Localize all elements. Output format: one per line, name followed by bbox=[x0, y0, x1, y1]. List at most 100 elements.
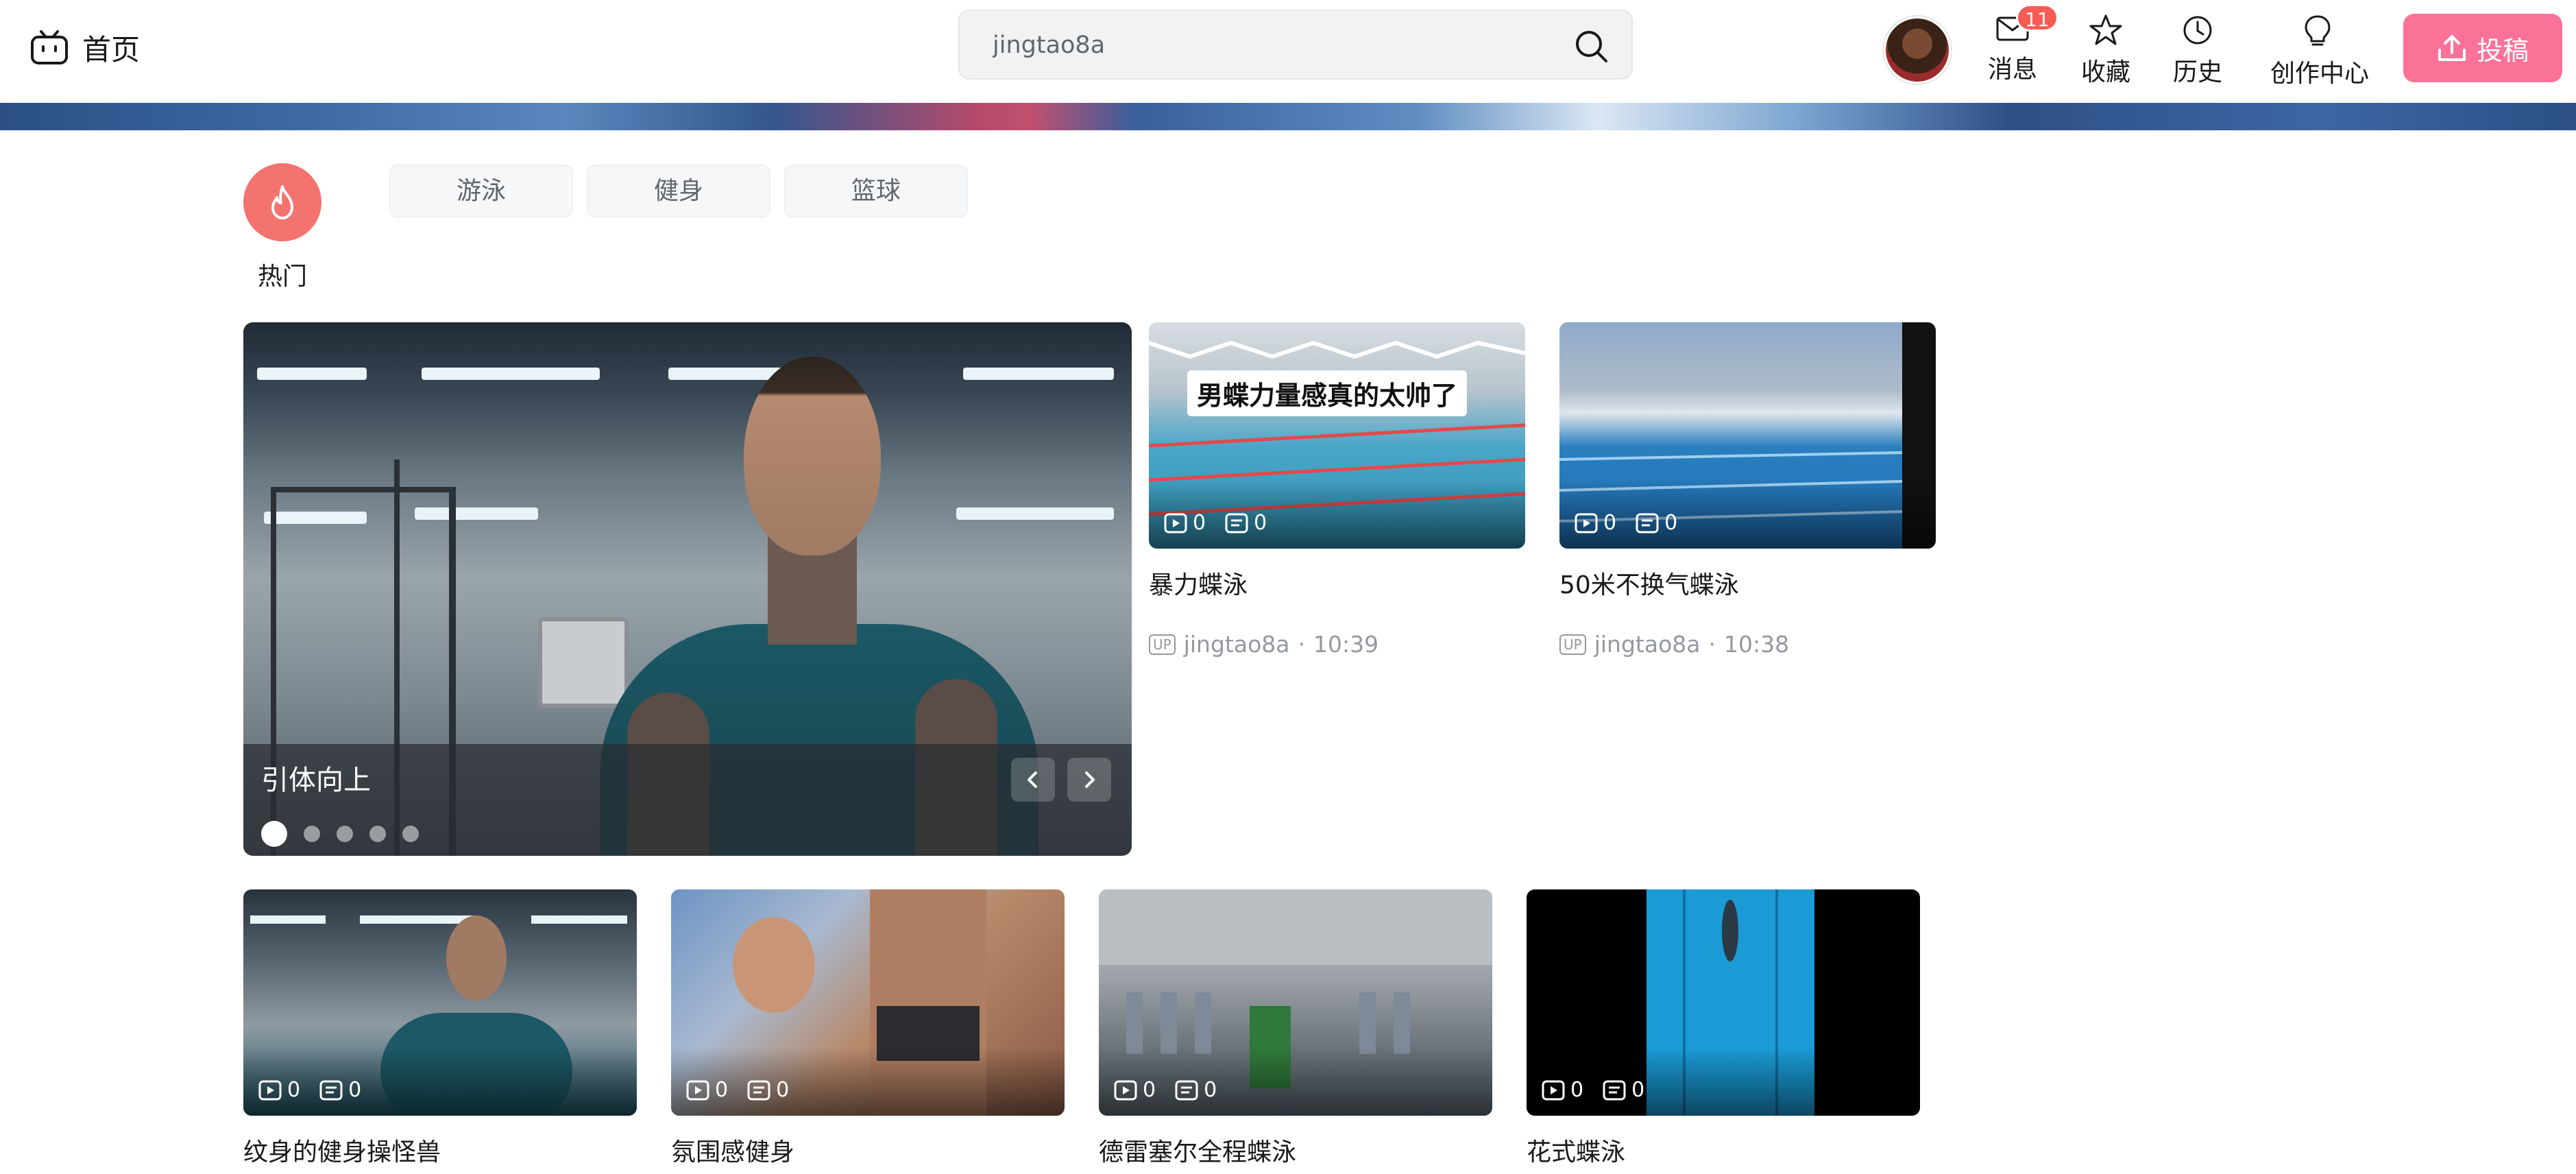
video-title[interactable]: 50米不换气蝶泳 bbox=[1559, 565, 1936, 601]
video-title[interactable]: 花式蝶泳 bbox=[1527, 1132, 1920, 1168]
featured-carousel[interactable]: 引体向上 bbox=[243, 322, 1132, 856]
danmaku-icon bbox=[1175, 1080, 1198, 1100]
ceiling-light bbox=[422, 368, 600, 380]
video-stats: 0 0 bbox=[686, 1078, 789, 1102]
carousel-dots bbox=[261, 821, 419, 847]
tab-fitness[interactable]: 健身 bbox=[587, 165, 770, 218]
lightbulb-icon bbox=[2305, 15, 2331, 46]
comment-count-value: 0 bbox=[776, 1078, 790, 1102]
nav-history[interactable]: 历史 bbox=[2153, 14, 2242, 86]
play-icon bbox=[1164, 513, 1187, 533]
carousel-dot[interactable] bbox=[402, 826, 419, 842]
top-header: 首页 11 消息 收藏 历史 创作中心 bbox=[0, 0, 2576, 103]
meta-separator: · bbox=[1708, 631, 1716, 658]
ceiling-light bbox=[963, 368, 1114, 380]
wall-fan bbox=[538, 617, 629, 708]
carousel-dot[interactable] bbox=[337, 826, 353, 842]
tab-swimming[interactable]: 游泳 bbox=[389, 165, 573, 218]
video-thumbnail[interactable]: 男蝶力量感真的太帅了 0 0 bbox=[1149, 322, 1525, 549]
video-thumbnail[interactable]: 0 0 bbox=[1099, 889, 1492, 1116]
play-icon bbox=[1575, 513, 1598, 533]
star-icon bbox=[2089, 14, 2122, 45]
tv-logo-icon bbox=[31, 30, 68, 64]
hot-channel-button[interactable] bbox=[243, 163, 321, 241]
video-thumbnail[interactable]: 0 0 bbox=[243, 889, 637, 1116]
carousel-dot[interactable] bbox=[369, 826, 386, 842]
video-stats: 0 0 bbox=[258, 1078, 361, 1102]
message-count-badge: 11 bbox=[2016, 4, 2058, 32]
video-stats: 0 0 bbox=[1575, 511, 1677, 535]
danmaku-icon bbox=[1225, 513, 1248, 533]
nav-messages-label: 消息 bbox=[1987, 56, 2037, 84]
nav-favorites[interactable]: 收藏 bbox=[2061, 14, 2150, 86]
carousel-dot[interactable] bbox=[304, 826, 320, 842]
search-input[interactable] bbox=[993, 26, 1541, 64]
play-count-value: 0 bbox=[715, 1078, 729, 1102]
comment-count-value: 0 bbox=[1204, 1078, 1217, 1102]
nav-favorites-label: 收藏 bbox=[2080, 58, 2130, 86]
play-count: 0 bbox=[1575, 511, 1616, 535]
video-stats: 0 0 bbox=[1114, 1078, 1217, 1102]
video-thumbnail[interactable]: 0 0 bbox=[671, 889, 1065, 1116]
nav-creator-center[interactable]: 创作中心 bbox=[2270, 14, 2369, 88]
carousel-next-button[interactable] bbox=[1067, 758, 1111, 802]
video-title[interactable]: 纹身的健身操怪兽 bbox=[243, 1132, 637, 1168]
search-icon[interactable] bbox=[1572, 27, 1609, 64]
ceiling-light bbox=[956, 507, 1114, 520]
uploader-name[interactable]: jingtao8a bbox=[1184, 631, 1290, 658]
video-card[interactable]: 男蝶力量感真的太帅了 0 0 暴力蝶泳 UP jingtao8a · 10:39 bbox=[1149, 322, 1525, 658]
upload-button[interactable]: 投稿 bbox=[2403, 14, 2562, 82]
carousel-title[interactable]: 引体向上 bbox=[261, 758, 371, 798]
up-tag-icon: UP bbox=[1149, 634, 1176, 655]
flame-icon bbox=[271, 185, 293, 219]
search-box bbox=[958, 10, 1633, 80]
video-card[interactable]: 0 0 氛围感健身 bbox=[671, 889, 1065, 1168]
comment-count: 0 bbox=[319, 1078, 361, 1102]
play-icon bbox=[1542, 1080, 1565, 1100]
upload-icon bbox=[2438, 35, 2466, 61]
video-thumbnail[interactable]: 0 0 bbox=[1559, 322, 1936, 549]
video-card[interactable]: 0 0 花式蝶泳 bbox=[1527, 889, 1920, 1168]
video-title[interactable]: 暴力蝶泳 bbox=[1149, 565, 1525, 601]
video-thumbnail[interactable]: 0 0 bbox=[1527, 889, 1920, 1116]
nav-messages[interactable]: 11 消息 bbox=[1968, 4, 2058, 84]
ceiling-light bbox=[257, 368, 367, 380]
chevron-right-icon bbox=[1085, 771, 1095, 788]
nav-creator-center-label: 创作中心 bbox=[2270, 60, 2370, 88]
nav-history-label: 历史 bbox=[2172, 58, 2222, 86]
video-title[interactable]: 氛围感健身 bbox=[671, 1132, 1065, 1168]
uploader-name[interactable]: jingtao8a bbox=[1594, 631, 1701, 658]
video-card[interactable]: 0 0 纹身的健身操怪兽 bbox=[243, 889, 637, 1168]
header-banner bbox=[0, 103, 2576, 130]
upload-time: 10:39 bbox=[1313, 631, 1379, 658]
clock-icon bbox=[2183, 16, 2212, 45]
comment-count-value: 0 bbox=[1631, 1078, 1645, 1102]
carousel-prev-button[interactable] bbox=[1011, 758, 1055, 802]
comment-count-value: 0 bbox=[348, 1078, 362, 1102]
play-count-value: 0 bbox=[1193, 511, 1206, 535]
video-stats: 0 0 bbox=[1164, 511, 1267, 535]
video-card[interactable]: 0 0 50米不换气蝶泳 UP jingtao8a · 10:38 bbox=[1559, 322, 1936, 658]
ceiling-light bbox=[415, 507, 538, 520]
home-link[interactable]: 首页 bbox=[30, 23, 140, 71]
upload-time: 10:38 bbox=[1723, 631, 1790, 658]
video-stats: 0 0 bbox=[1542, 1078, 1644, 1102]
video-card[interactable]: 0 0 德雷塞尔全程蝶泳 bbox=[1099, 889, 1492, 1168]
gym-bar bbox=[271, 487, 456, 492]
comment-count: 0 bbox=[1603, 1078, 1644, 1102]
danmaku-icon bbox=[319, 1080, 343, 1100]
play-icon bbox=[258, 1080, 282, 1100]
video-title[interactable]: 德雷塞尔全程蝶泳 bbox=[1099, 1132, 1492, 1168]
meta-separator: · bbox=[1298, 631, 1305, 658]
carousel-dot[interactable] bbox=[261, 821, 287, 847]
play-count-value: 0 bbox=[1570, 1078, 1584, 1102]
comment-count-value: 0 bbox=[1254, 511, 1267, 535]
user-avatar[interactable] bbox=[1884, 16, 1951, 84]
upload-label: 投稿 bbox=[2476, 35, 2529, 66]
chevron-left-icon bbox=[1028, 771, 1037, 788]
danmaku-icon bbox=[1636, 513, 1659, 533]
play-icon bbox=[1114, 1080, 1137, 1100]
play-count: 0 bbox=[686, 1078, 728, 1102]
tab-basketball[interactable]: 篮球 bbox=[784, 165, 968, 218]
play-count-value: 0 bbox=[1603, 511, 1617, 535]
